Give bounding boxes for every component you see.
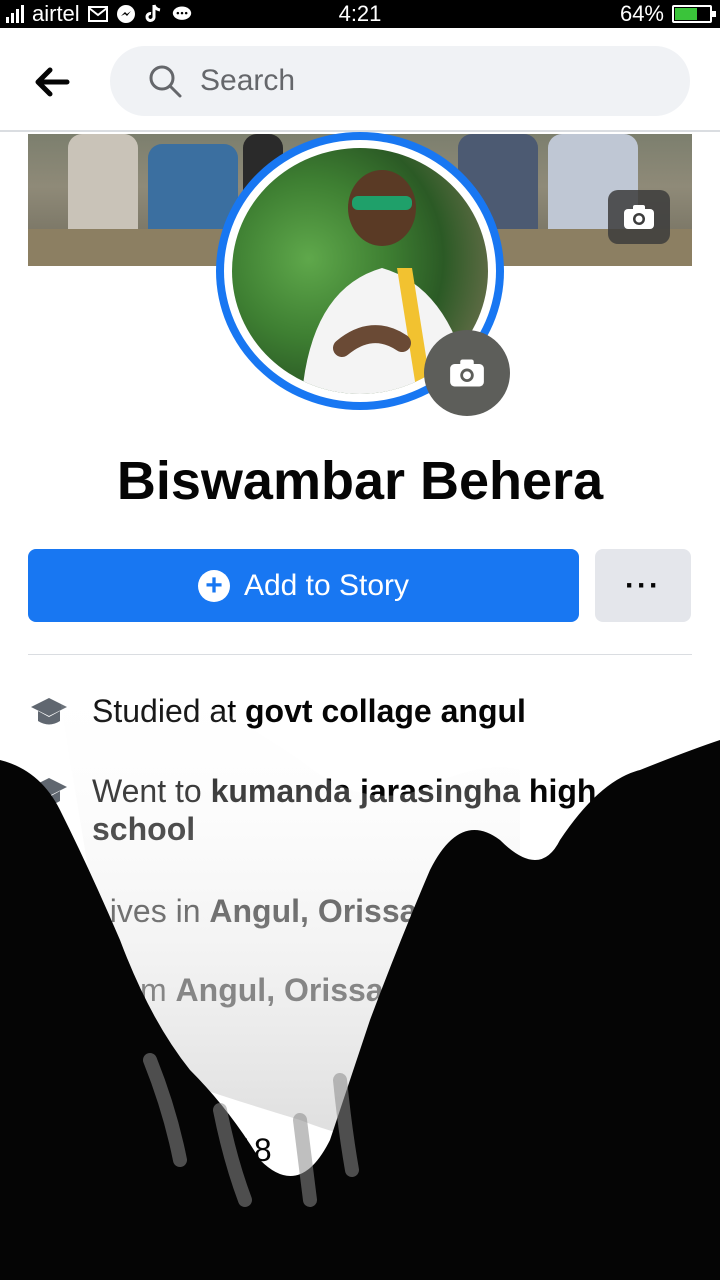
clock-icon xyxy=(28,1131,70,1173)
profile-name: Biswambar Behera xyxy=(116,451,604,511)
search-input[interactable] xyxy=(198,63,662,99)
camera-icon xyxy=(450,359,484,387)
divider xyxy=(28,654,692,655)
more-options-button[interactable]: ··· xyxy=(595,549,691,622)
intro-prefix: Lives in xyxy=(92,893,210,929)
camera-icon xyxy=(624,205,654,229)
back-arrow-icon xyxy=(35,67,70,97)
graduation-cap-icon xyxy=(28,692,70,734)
top-bar xyxy=(0,28,720,132)
clock: 4:21 xyxy=(338,1,382,26)
edit-cover-button[interactable] xyxy=(608,190,670,244)
intro-value: Single xyxy=(92,1052,181,1088)
add-to-story-label: Add to Story xyxy=(243,568,410,602)
plus-icon: + xyxy=(197,569,230,602)
battery-percent: 64% xyxy=(619,1,664,26)
battery-icon xyxy=(672,5,716,23)
intro-prefix: From xyxy=(92,972,176,1008)
home-icon xyxy=(28,892,70,934)
intro-item-joined: August 2018 xyxy=(28,1131,668,1173)
intro-item-from: From Angul, Orissa, India xyxy=(28,971,668,1013)
edit-profile-picture-button[interactable] xyxy=(424,330,510,416)
intro-value[interactable]: govt collage angul xyxy=(245,693,526,729)
battery-fill xyxy=(675,8,697,20)
intro-item-lives-in: Lives in Angul, Orissa, India xyxy=(28,892,668,934)
status-bar: airtel 4:21 64% xyxy=(0,0,720,28)
search-bar[interactable] xyxy=(110,46,690,116)
location-pin-icon xyxy=(28,971,70,1013)
ink-overlay xyxy=(0,668,720,1280)
back-button[interactable] xyxy=(30,60,74,104)
graduation-cap-icon xyxy=(28,772,70,814)
more-icon: ··· xyxy=(625,568,661,602)
intro-item-relationship: Single xyxy=(28,1051,668,1093)
intro-value[interactable]: Angul, Orissa, India xyxy=(209,893,510,929)
intro-value: August 2018 xyxy=(92,1132,272,1168)
intro-item-school: Went to kumanda jarasingha high school xyxy=(28,772,668,848)
intro-value[interactable]: Angul, Orissa, India xyxy=(176,972,477,1008)
intro-item-education: Studied at govt collage angul xyxy=(28,692,668,734)
heart-icon xyxy=(28,1051,70,1093)
search-icon xyxy=(148,64,182,98)
add-to-story-button[interactable]: + Add to Story xyxy=(28,549,579,622)
intro-prefix: Went to xyxy=(92,773,211,809)
status-right: 64% xyxy=(619,0,716,28)
intro-prefix: Studied at xyxy=(92,693,245,729)
